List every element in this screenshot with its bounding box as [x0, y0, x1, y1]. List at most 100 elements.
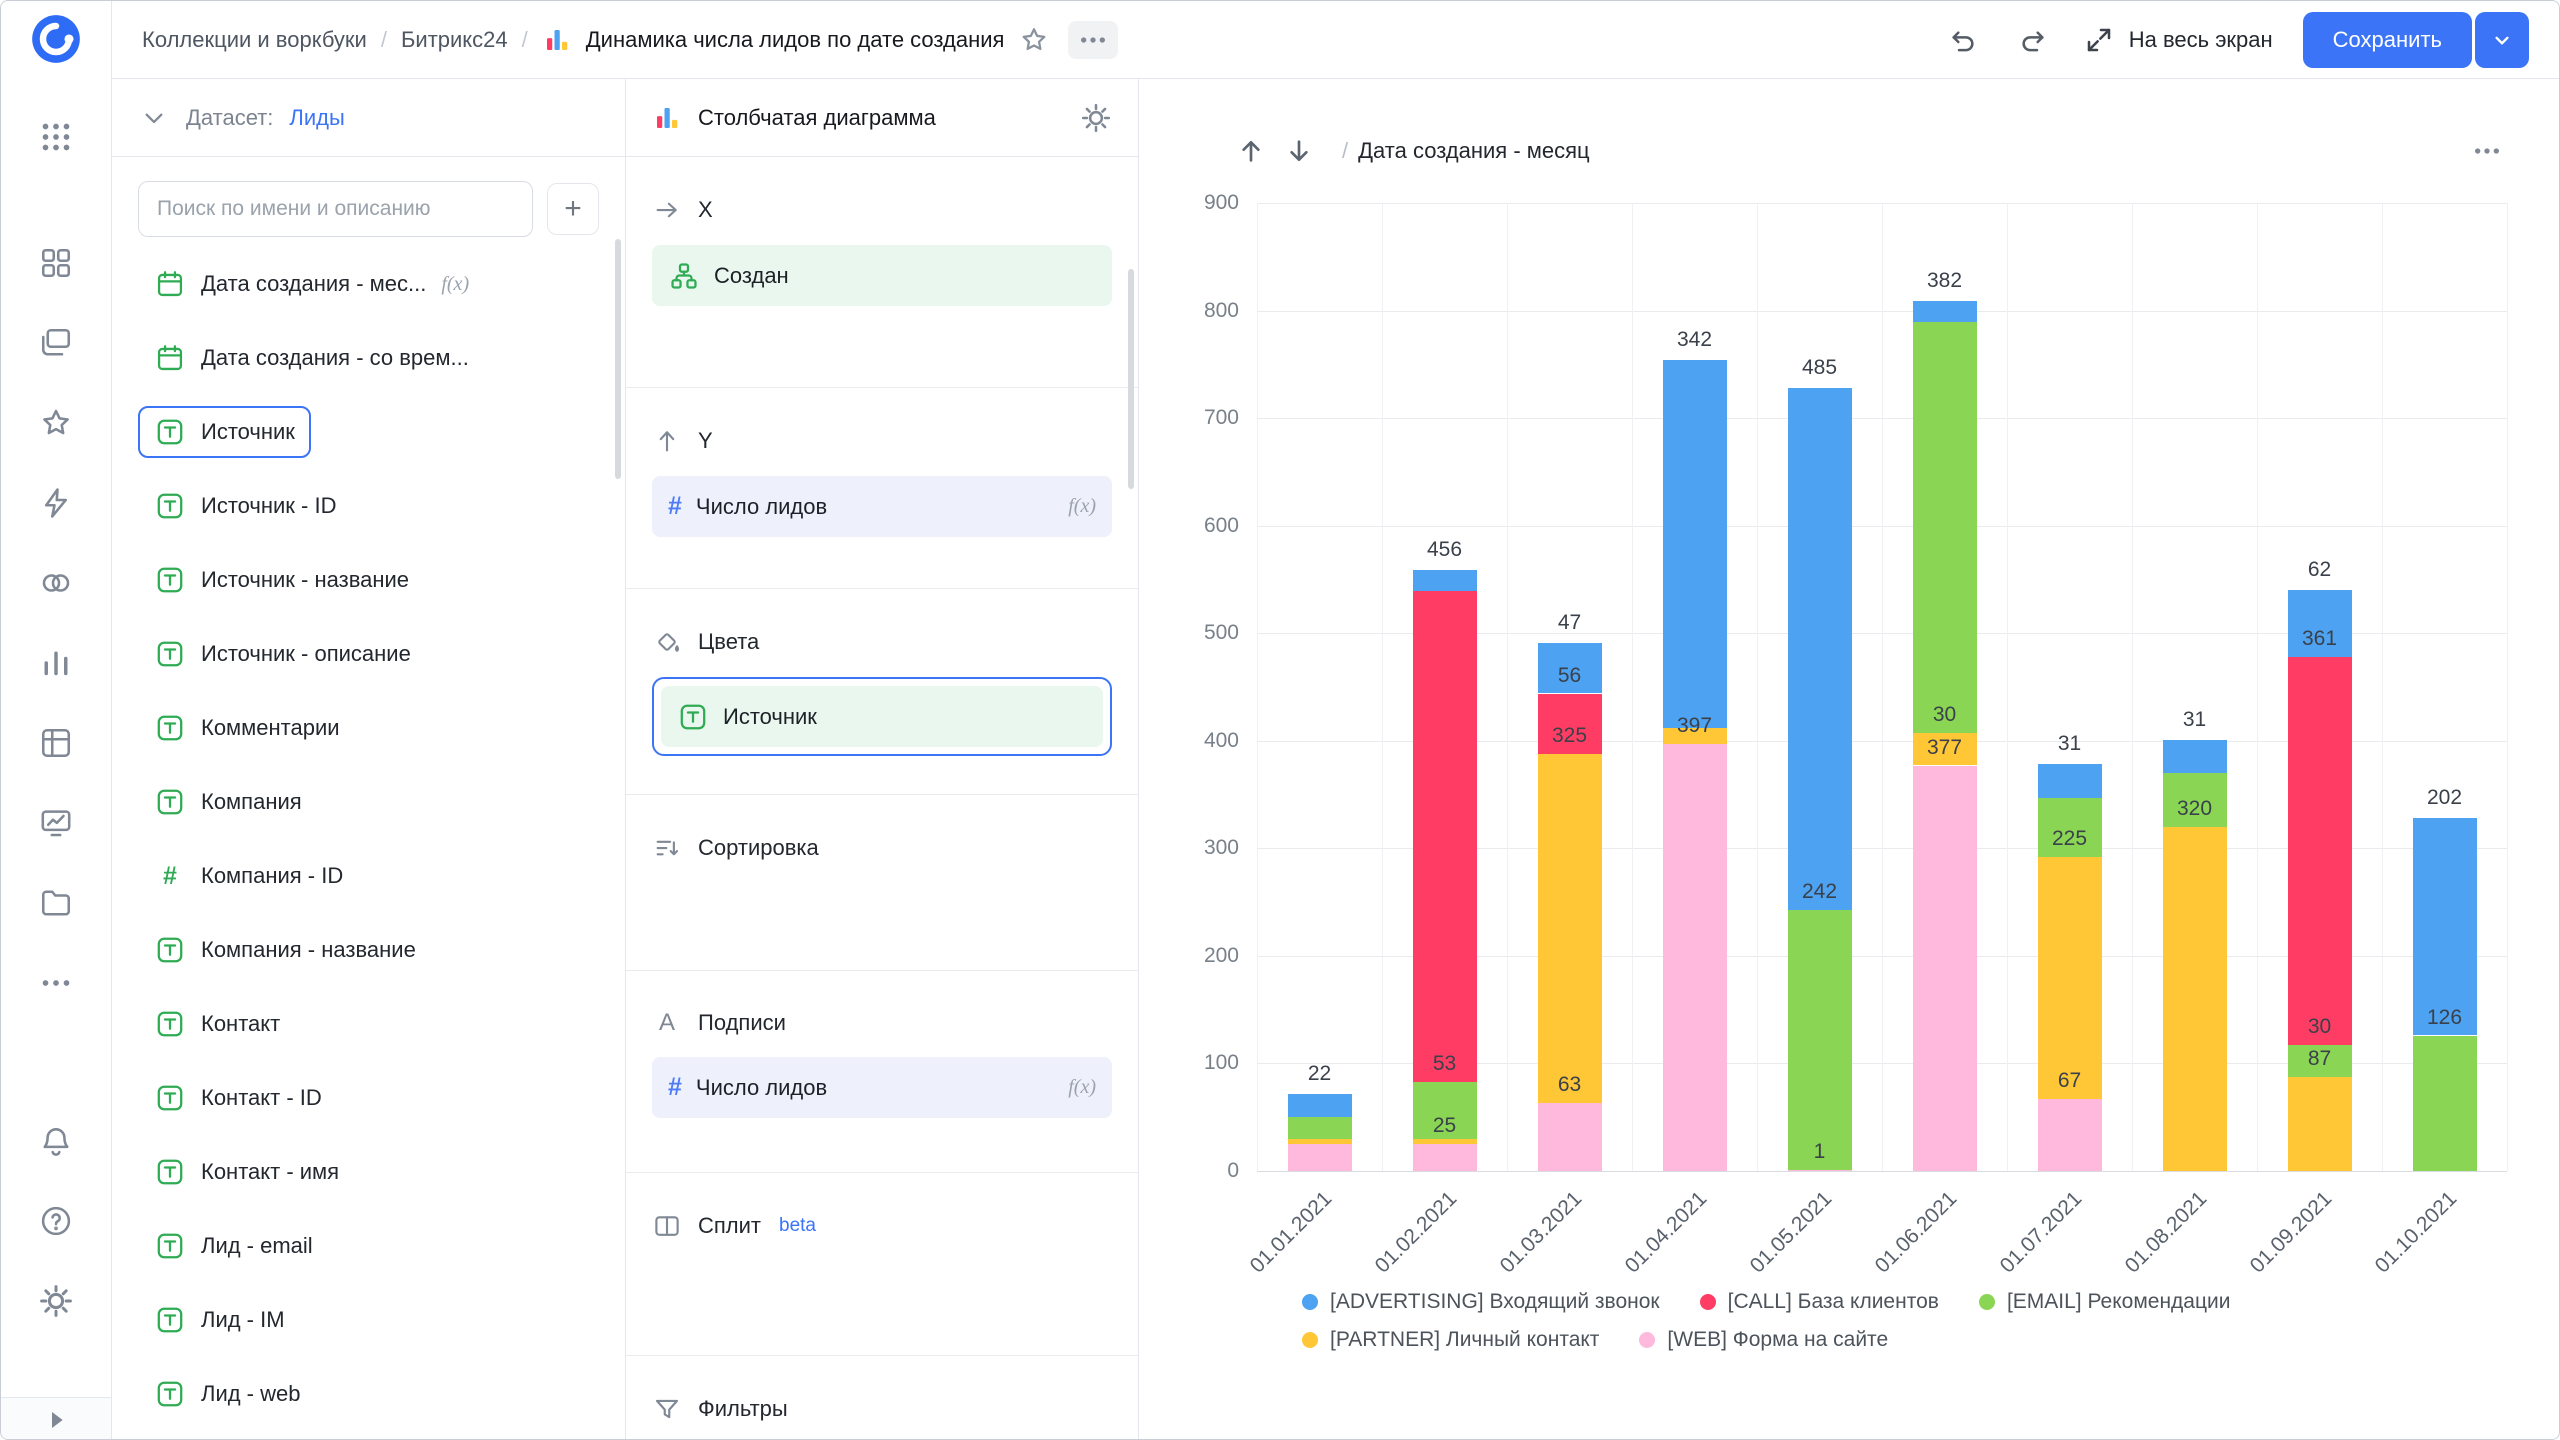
- settings-gear-icon[interactable]: [34, 1279, 78, 1323]
- bar-segment[interactable]: [1413, 570, 1477, 592]
- bar-segment[interactable]: [1288, 1117, 1352, 1139]
- save-dropdown-button[interactable]: [2475, 12, 2529, 68]
- dataset-field-row[interactable]: Лид - web: [138, 1357, 599, 1431]
- datalens-logo[interactable]: [30, 13, 82, 65]
- config-scrollbar[interactable]: [1128, 269, 1134, 489]
- chart-more-icon[interactable]: [2471, 135, 2503, 167]
- undo-icon[interactable]: [1943, 20, 1983, 60]
- save-button[interactable]: Сохранить: [2303, 12, 2472, 68]
- dataset-field-row[interactable]: Источник - ID: [138, 469, 599, 543]
- bar-segment[interactable]: [2288, 657, 2352, 1045]
- apps-grid-icon[interactable]: [34, 115, 78, 159]
- drill-separator: /: [1342, 138, 1348, 164]
- favorites-icon[interactable]: [34, 401, 78, 445]
- dataset-field-row[interactable]: Источник - описание: [138, 617, 599, 691]
- section-sort-title: Сортировка: [698, 835, 819, 861]
- bar-segment[interactable]: [1913, 301, 1977, 323]
- chevron-down-icon[interactable]: [138, 102, 170, 134]
- column-chart-icon[interactable]: [652, 103, 682, 133]
- dataset-field-row[interactable]: Лид - email: [138, 1209, 599, 1283]
- drill-up-icon[interactable]: [1232, 132, 1270, 170]
- bar-segment[interactable]: [2163, 740, 2227, 773]
- bar-segment[interactable]: [2038, 857, 2102, 1099]
- legend-item[interactable]: [WEB] Форма на сайте: [1639, 1328, 1888, 1352]
- dataset-link[interactable]: Лиды: [289, 105, 344, 131]
- bar-segment[interactable]: [2038, 1099, 2102, 1171]
- drill-path-label[interactable]: Дата создания - месяц: [1358, 138, 1590, 164]
- labels-field-pill[interactable]: # Число лидов f(x): [652, 1057, 1112, 1118]
- x-field-pill[interactable]: Создан: [652, 245, 1112, 306]
- field-search-input[interactable]: [138, 181, 533, 237]
- legend-item[interactable]: [ADVERTISING] Входящий звонок: [1302, 1290, 1660, 1314]
- title-more-icon[interactable]: [1068, 21, 1118, 59]
- quick-charts-icon[interactable]: [34, 481, 78, 525]
- number-field-icon: #: [668, 1073, 682, 1102]
- dataset-field-row[interactable]: Источник - название: [138, 543, 599, 617]
- legend-item[interactable]: [EMAIL] Рекомендации: [1979, 1290, 2231, 1314]
- bar-segment[interactable]: [1913, 766, 1977, 1172]
- storage-icon[interactable]: [34, 881, 78, 925]
- drill-down-icon[interactable]: [1280, 132, 1318, 170]
- bar-segment[interactable]: [1663, 744, 1727, 1171]
- help-icon[interactable]: [34, 1199, 78, 1243]
- bar-segment[interactable]: [1538, 1103, 1602, 1171]
- bar-segment[interactable]: [2413, 818, 2477, 1035]
- dataset-field-row[interactable]: Компания: [138, 765, 599, 839]
- bar-segment[interactable]: [1288, 1144, 1352, 1171]
- charts-icon[interactable]: [34, 641, 78, 685]
- fields-scrollbar[interactable]: [615, 239, 621, 479]
- bar-segment[interactable]: [2163, 827, 2227, 1171]
- bar-segment[interactable]: [1413, 1139, 1477, 1144]
- bar-segment[interactable]: [1788, 1170, 1852, 1171]
- bar-segment[interactable]: [2288, 1077, 2352, 1171]
- dataset-field-row[interactable]: Дата создания - мес...f(x): [138, 247, 599, 321]
- dataset-field-row[interactable]: Контакт: [138, 987, 599, 1061]
- bar-segment[interactable]: [1538, 754, 1602, 1104]
- dataset-field-row[interactable]: Лид - IM: [138, 1283, 599, 1357]
- connections-icon[interactable]: [34, 561, 78, 605]
- bar-segment[interactable]: [1288, 1139, 1352, 1144]
- chart-settings-gear-icon[interactable]: [1080, 102, 1112, 134]
- dataset-field-row[interactable]: Контакт - имя: [138, 1135, 599, 1209]
- redo-icon[interactable]: [2013, 20, 2053, 60]
- bar-segment[interactable]: [2038, 764, 2102, 797]
- bar-segment[interactable]: [1913, 322, 1977, 733]
- bar-segment[interactable]: [1788, 910, 1852, 1170]
- more-icon[interactable]: [34, 961, 78, 1005]
- bar-segment[interactable]: [1413, 591, 1477, 1082]
- fullscreen-button[interactable]: На весь экран: [2083, 24, 2273, 56]
- colors-field-pill[interactable]: Источник: [661, 686, 1103, 747]
- stacked-bar-chart[interactable]: 01002003004005006007008009002201.01.2021…: [1257, 203, 2507, 1171]
- breadcrumb-workbook[interactable]: Битрикс24: [401, 27, 508, 53]
- dataset-field-row[interactable]: Комментарии: [138, 691, 599, 765]
- dataset-field-row[interactable]: #Компания - ID: [138, 839, 599, 913]
- gridline: [1382, 203, 1383, 1171]
- dataset-field-row[interactable]: Контакт - ID: [138, 1061, 599, 1135]
- field-name-label: Компания - название: [201, 937, 416, 963]
- field-name-label: Источник - название: [201, 567, 409, 593]
- widgets-icon[interactable]: [34, 241, 78, 285]
- dataset-field-row[interactable]: Компания - название: [138, 913, 599, 987]
- paint-icon: [652, 627, 682, 657]
- bar-segment[interactable]: [1788, 388, 1852, 910]
- expand-rail-button[interactable]: [1, 1397, 111, 1440]
- dataset-field-row[interactable]: Источник: [138, 395, 599, 469]
- collections-icon[interactable]: [34, 321, 78, 365]
- bar-segment[interactable]: [2413, 1036, 2477, 1172]
- bar-segment[interactable]: [1413, 1144, 1477, 1171]
- datasets-icon[interactable]: [34, 721, 78, 765]
- favorite-star-icon[interactable]: [1018, 24, 1050, 56]
- bar-segment[interactable]: [1288, 1094, 1352, 1118]
- monitoring-icon[interactable]: [34, 801, 78, 845]
- y-field-pill[interactable]: # Число лидов f(x): [652, 476, 1112, 537]
- dataset-field-row[interactable]: Дата создания - со врем...: [138, 321, 599, 395]
- legend-item[interactable]: [CALL] База клиентов: [1700, 1290, 1939, 1314]
- breadcrumb-collections[interactable]: Коллекции и воркбуки: [142, 27, 367, 53]
- notifications-icon[interactable]: [34, 1119, 78, 1163]
- bar-value-label: 126: [2427, 1006, 2462, 1030]
- legend-item[interactable]: [PARTNER] Личный контакт: [1302, 1328, 1599, 1352]
- bar-segment[interactable]: [1663, 360, 1727, 728]
- add-field-button[interactable]: +: [547, 183, 599, 235]
- dataset-label: Датасет:: [186, 105, 273, 131]
- gridline: [1632, 203, 1633, 1171]
